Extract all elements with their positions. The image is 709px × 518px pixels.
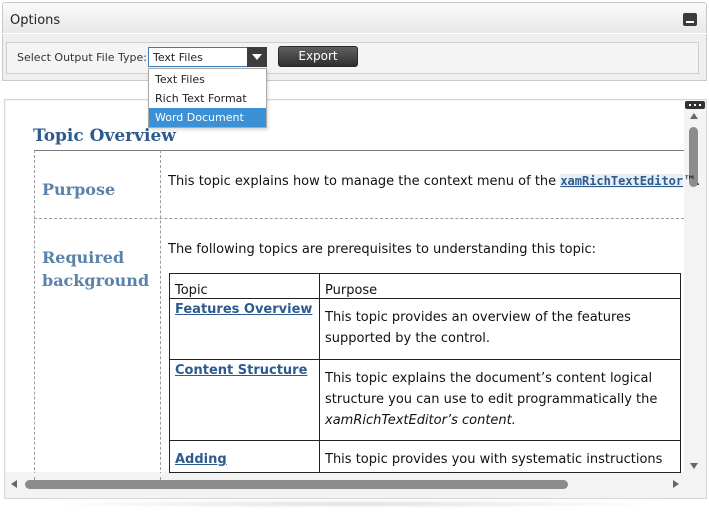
doc-area-bottom-edge (6, 473, 684, 476)
purpose-text-end: ™. (683, 174, 701, 189)
table-row: This topic provides you with systematic … (325, 449, 662, 470)
prereq-header-purpose: Purpose (325, 283, 378, 298)
table-border-left (34, 150, 35, 480)
prereq-header-topic: Topic (175, 283, 208, 298)
dropdown-toggle-button[interactable] (247, 47, 267, 67)
content-structure-link[interactable]: Content Structure (175, 363, 307, 378)
prereq-row2-line2: structure you can use to edit programmat… (325, 392, 658, 407)
output-file-type-value: Text Files (153, 51, 203, 64)
prereq-row2-line3: xamRichTextEditor’s content. (325, 413, 516, 428)
features-overview-link[interactable]: Features Overview (175, 302, 312, 317)
required-background-label: Required background (42, 246, 149, 292)
options-panel-title: Options (10, 13, 61, 28)
options-panel-header (2, 2, 707, 33)
table-row: This topic explains the document’s conte… (325, 368, 657, 431)
more-dots-icon[interactable] (685, 101, 705, 109)
table-row-divider (34, 218, 684, 219)
prereq-row3-line1: This topic provides you with systematic … (325, 452, 663, 467)
dropdown-option-text-files[interactable]: Text Files (149, 70, 266, 89)
adding-link[interactable]: Adding (175, 452, 227, 467)
prerequisites-intro: The following topics are prerequisites t… (168, 242, 596, 257)
table-column-divider (160, 150, 161, 480)
arrow-down-icon[interactable] (690, 463, 698, 469)
prereq-row-divider (169, 440, 681, 441)
purpose-text: This topic explains how to manage the co… (168, 174, 700, 189)
dropdown-option-word-document[interactable]: Word Document (149, 108, 266, 127)
required-label-line2: background (42, 271, 150, 290)
arrow-up-icon[interactable] (690, 113, 698, 119)
dropdown-option-rich-text-format[interactable]: Rich Text Format (149, 89, 266, 108)
horizontal-scroll-thumb[interactable] (25, 480, 568, 489)
minimize-icon[interactable] (683, 13, 697, 26)
topic-overview-heading: Topic Overview (33, 126, 176, 146)
arrow-left-icon[interactable] (11, 480, 17, 488)
prereq-row-divider (169, 359, 681, 360)
export-button[interactable]: Export (278, 46, 358, 67)
required-label-line1: Required (42, 248, 125, 267)
prereq-row2-line1: This topic explains the document’s conte… (325, 371, 653, 386)
chevron-down-icon (252, 54, 262, 60)
output-file-type-label: Select Output File Type: (17, 51, 148, 64)
prereq-column-divider (319, 273, 320, 473)
panel-shadow (40, 500, 670, 508)
prereq-header-divider (169, 298, 681, 299)
xamrichtexteditor-link[interactable]: xamRichTextEditor (560, 174, 684, 188)
table-row: This topic provides an overview of the f… (325, 307, 631, 349)
purpose-text-start: This topic explains how to manage the co… (168, 174, 561, 189)
prereq-row1-line2: supported by the control. (325, 331, 491, 346)
prereq-row1-line1: This topic provides an overview of the f… (325, 310, 631, 325)
arrow-right-icon[interactable] (673, 480, 679, 488)
purpose-section-label: Purpose (42, 180, 116, 199)
